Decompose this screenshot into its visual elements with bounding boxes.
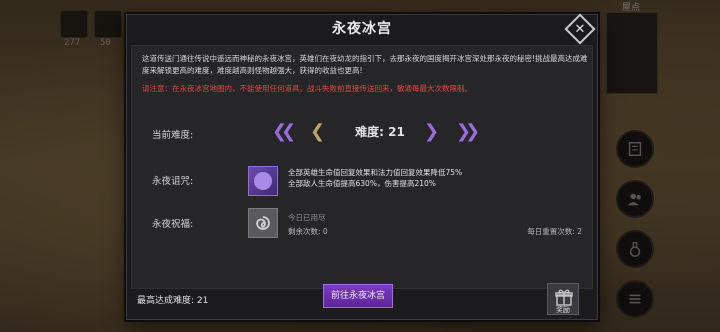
blessing-remaining: 剩余次数: 0	[288, 227, 328, 236]
best-difficulty-text: 最高达成难度: 21	[137, 296, 209, 306]
close-icon: ✕	[574, 21, 586, 37]
swirl-icon	[248, 208, 278, 238]
curse-effect-line: 全部敌人生命值提高630%，伤害提高210%	[288, 179, 436, 188]
enter-ice-palace-button[interactable]: 前往永夜冰宫	[323, 284, 393, 308]
difficulty-max-button[interactable]: ❯❯	[456, 121, 480, 143]
difficulty-value: 难度: 21	[355, 125, 405, 139]
difficulty-selector: ❮❮ ❮ 难度: 21 ❯ ❯❯	[272, 121, 482, 145]
blessing-label: 永夜祝福:	[152, 219, 194, 230]
difficulty-label: 当前难度:	[152, 130, 194, 141]
description-text: 这道传送门通往传说中遥远而神秘的永夜冰宫，英雄们在夜幼龙的指引下，去那永夜的国度…	[142, 54, 588, 75]
warning-text: 请注意：在永夜冰宫地图内，不能使用任何道具。战斗失败前直接传送回来，敏通每最大次…	[142, 84, 472, 93]
blessing-daily-reset: 每日重置次数: 2	[527, 227, 582, 236]
blessing-status: 今日已用尽	[288, 213, 326, 222]
difficulty-decrease-button[interactable]: ❮	[310, 121, 325, 143]
reward-button[interactable]: 奖励	[547, 283, 579, 315]
dialog-content-panel: 这道传送门通往传说中遥远而神秘的永夜冰宫，英雄们在夜幼龙的指引下，去那永夜的国度…	[131, 45, 593, 289]
curse-face-icon	[248, 166, 278, 196]
reward-label: 奖励	[556, 306, 570, 314]
gift-icon	[555, 289, 573, 306]
curse-effects: 全部英雄生命值回复效果和法力值回复效果降低75% 全部敌人生命值提高630%，伤…	[288, 167, 462, 189]
difficulty-min-button[interactable]: ❮❮	[272, 121, 296, 143]
curse-effect-line: 全部英雄生命值回复效果和法力值回复效果降低75%	[288, 168, 463, 177]
curse-label: 永夜诅咒:	[152, 176, 194, 187]
eternal-night-ice-palace-dialog: 永夜冰宫 ✕ 这道传送门通往传说中遥远而神秘的永夜冰宫，英雄们在夜幼龙的指引下，…	[126, 13, 598, 320]
dialog-title: 永夜冰宫	[332, 21, 392, 37]
difficulty-increase-button[interactable]: ❯	[424, 121, 439, 143]
